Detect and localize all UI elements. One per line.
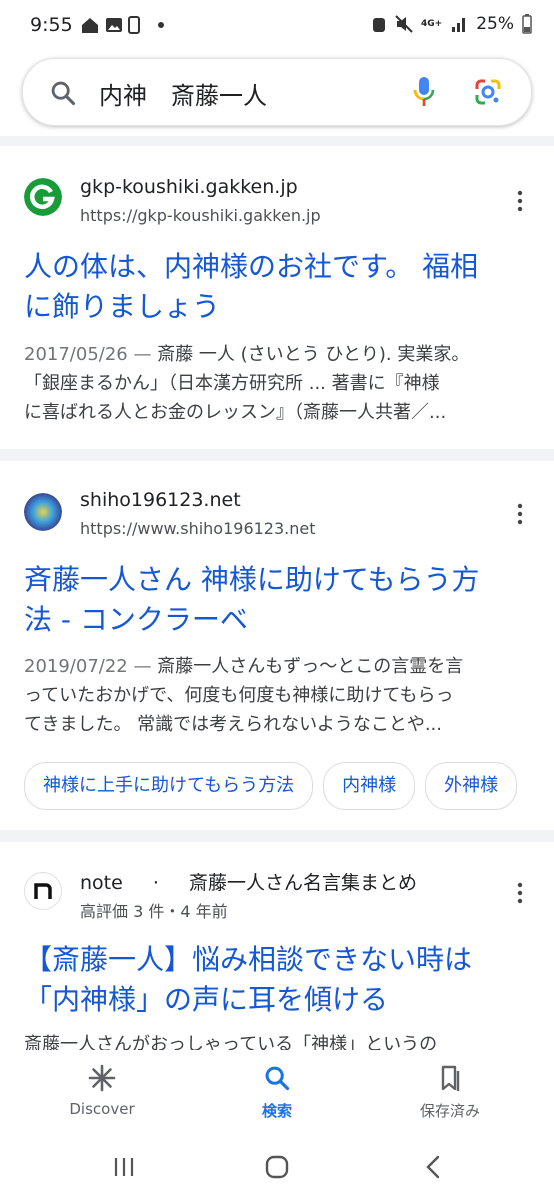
result-title-line[interactable]: 【斎藤一人】悩み相談できない時は (24, 940, 534, 980)
separator (0, 449, 554, 461)
search-icon (265, 1066, 290, 1091)
result-title-line[interactable]: 斉藤一人さん 神様に助けてもらう方 (24, 560, 534, 600)
status-time: 9:55 (30, 14, 73, 36)
site-extra[interactable]: 斎藤一人さん名言集まとめ (189, 872, 417, 894)
home-button-icon[interactable] (264, 1154, 290, 1180)
status-dot (158, 22, 164, 28)
site-name[interactable]: shiho196123.net (80, 489, 241, 511)
result-date: 2019/07/22 (24, 656, 128, 677)
network-type: 4G+ (421, 18, 443, 29)
date-dash: — (127, 344, 158, 365)
result-date: 2017/05/26 (24, 344, 128, 365)
system-nav-bar (0, 1134, 554, 1200)
snippet-line: てきました。 常識では考えられないようなことや... (24, 714, 442, 735)
result-title-line[interactable]: 「内神様」の声に耳を傾ける (24, 980, 534, 1020)
bookmark-icon (441, 1065, 460, 1091)
more-vert-icon[interactable] (516, 882, 524, 904)
nav-discover-label[interactable]: Discover (32, 1100, 172, 1118)
bottom-nav: Discover 検索 保存済み (0, 1050, 554, 1132)
status-bar: 9:55 4G+ 25% (0, 0, 554, 52)
snippet-line: っていたおかげで、何度も何度も神様に助けてもらっ (24, 685, 454, 706)
result-title[interactable]: 【斎藤一人】悩み相談できない時は 「内神様」の声に耳を傾ける (24, 940, 534, 1020)
nav-search[interactable]: 検索 (207, 1064, 347, 1121)
mute-icon (395, 15, 413, 33)
notification-icons (80, 16, 140, 34)
site-separator: · (152, 872, 159, 894)
separator (0, 136, 554, 146)
search-bar[interactable]: 内神 斎藤一人 (22, 58, 532, 126)
favicon-gakken (24, 178, 62, 216)
date-dash: — (127, 656, 158, 677)
alarm-icon (373, 18, 385, 32)
result-snippet: 斎藤一人さんがおっしゃっている「神様」というの (24, 1030, 534, 1050)
recent-apps-icon[interactable] (112, 1156, 136, 1178)
nav-saved[interactable]: 保存済み (380, 1064, 520, 1121)
site-name[interactable]: gkp-koushiki.gakken.jp (80, 176, 298, 198)
nav-saved-label[interactable]: 保存済み (380, 1100, 520, 1121)
image-icon (106, 18, 122, 32)
search-result: gkp-koushiki.gakken.jp https://gkp-koush… (0, 146, 554, 448)
result-meta: 高評価 3 件・4 年前 (80, 902, 228, 921)
search-input[interactable]: 内神 斎藤一人 (99, 76, 267, 111)
result-title-line[interactable]: 人の体は、内神様のお社です。 福相 (24, 247, 534, 287)
site-name[interactable]: note (80, 872, 123, 894)
chip[interactable]: 外神様 (425, 762, 518, 810)
search-icon[interactable] (49, 79, 77, 107)
signal-icon (452, 18, 466, 32)
nav-discover[interactable]: Discover (32, 1064, 172, 1118)
chip[interactable]: 内神様 (323, 762, 416, 810)
site-name-row[interactable]: note · 斎藤一人さん名言集まとめ (80, 868, 417, 895)
chip[interactable]: 神様に上手に助けてもらう方法 (24, 762, 314, 810)
back-icon[interactable] (424, 1154, 442, 1180)
battery-percent: 25% (476, 14, 514, 34)
phone-icon (128, 16, 140, 34)
site-url[interactable]: https://gkp-koushiki.gakken.jp (80, 206, 321, 225)
related-chips: 神様に上手に助けてもらう方法 内神様 外神様 (24, 762, 518, 810)
nav-search-label[interactable]: 検索 (207, 1100, 347, 1121)
battery-icon (522, 14, 532, 34)
favicon-shiho (24, 493, 62, 531)
favicon-note (24, 872, 62, 910)
snippet-line: 斎藤 一人 (さいとう ひとり). 実業家。 (157, 344, 470, 365)
site-url[interactable]: https://www.shiho196123.net (80, 519, 316, 538)
result-title[interactable]: 斉藤一人さん 神様に助けてもらう方 法 - コンクラーベ (24, 560, 534, 640)
snippet-line: 斎藤一人さんもずっ～とこの言霊を言 (157, 656, 464, 677)
result-title[interactable]: 人の体は、内神様のお社です。 福相 に飾りましょう (24, 247, 534, 327)
mic-icon[interactable] (411, 75, 437, 109)
result-snippet: 2017/05/26 — 斎藤 一人 (さいとう ひとり). 実業家。 「銀座ま… (24, 340, 534, 427)
result-title-line[interactable]: に飾りましょう (24, 287, 534, 327)
result-snippet: 2019/07/22 — 斎藤一人さんもずっ～とこの言霊を言 っていたおかげで、… (24, 652, 534, 739)
result-title-line[interactable]: 法 - コンクラーベ (24, 600, 534, 640)
home-icon (82, 18, 98, 33)
google-lens-icon[interactable] (473, 77, 503, 107)
snippet-line: 「銀座まるかん」（日本漢方研究所 ... 著書に『神様 (24, 373, 440, 394)
separator (0, 830, 554, 842)
asterisk-icon (88, 1064, 116, 1092)
snippet-line: 斎藤一人さんがおっしゃっている「神様」というの (24, 1034, 438, 1050)
more-vert-icon[interactable] (516, 190, 524, 212)
status-right: 4G+ 25% (371, 14, 532, 34)
snippet-line: に喜ばれる人とお金のレッスン』（斎藤一人共著／... (24, 402, 447, 423)
search-result: note · 斎藤一人さん名言集まとめ 高評価 3 件・4 年前 【斎藤一人】悩… (0, 842, 554, 1050)
more-vert-icon[interactable] (516, 503, 524, 525)
